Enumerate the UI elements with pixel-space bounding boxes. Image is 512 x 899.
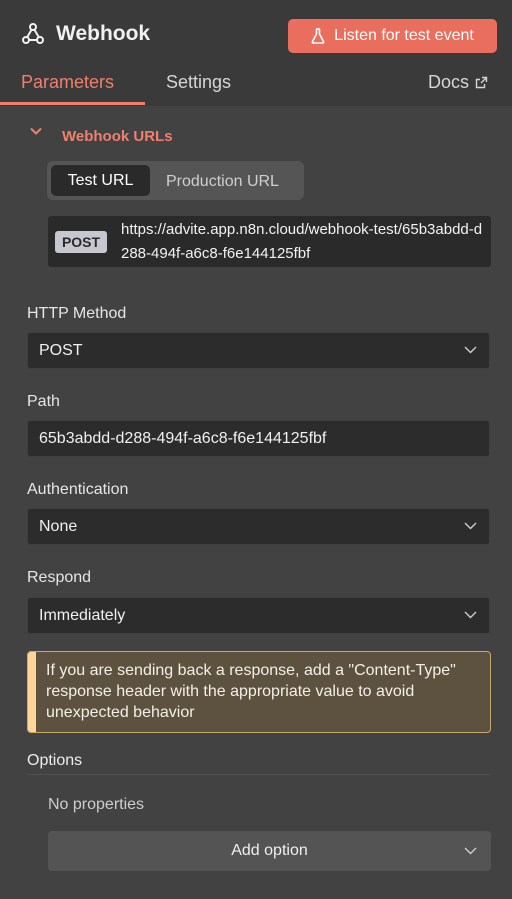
respond-value: Immediately	[39, 606, 126, 624]
docs-label: Docs	[428, 72, 470, 92]
chevron-down-icon	[464, 847, 477, 855]
http-method-select[interactable]: POST	[27, 332, 490, 369]
method-badge: POST	[55, 231, 107, 253]
production-url-toggle[interactable]: Production URL	[166, 173, 279, 191]
respond-select[interactable]: Immediately	[27, 597, 490, 634]
listen-button-label: Listen for test event	[334, 27, 474, 44]
webhook-urls-section-title[interactable]: Webhook URLs	[62, 128, 173, 145]
active-tab-indicator	[0, 102, 145, 105]
http-method-label: HTTP Method	[27, 305, 127, 322]
notice-text: If you are sending back a response, add …	[46, 662, 456, 721]
chevron-down-icon[interactable]	[29, 124, 43, 138]
content-type-notice: If you are sending back a response, add …	[27, 651, 491, 733]
authentication-label: Authentication	[27, 481, 129, 498]
options-divider	[27, 774, 491, 775]
flask-icon	[311, 28, 325, 44]
path-input[interactable]: 65b3abdd-d288-494f-a6c8-f6e144125fbf	[27, 420, 490, 457]
notice-accent-bar	[28, 652, 36, 732]
tab-docs[interactable]: Docs	[428, 72, 488, 93]
authentication-value: None	[39, 517, 78, 535]
add-option-label: Add option	[231, 842, 308, 859]
path-value: 65b3abdd-d288-494f-a6c8-f6e144125fbf	[39, 429, 327, 447]
test-url-toggle[interactable]: Test URL	[51, 165, 150, 196]
chevron-down-icon	[464, 611, 477, 619]
respond-label: Respond	[27, 569, 92, 586]
webhook-icon	[22, 23, 44, 44]
tab-parameters[interactable]: Parameters	[21, 72, 114, 93]
webhook-url-text[interactable]: https://advite.app.n8n.cloud/webhook-tes…	[121, 218, 489, 266]
node-title: Webhook	[56, 22, 151, 45]
chevron-down-icon	[464, 522, 477, 530]
no-properties-text: No properties	[48, 796, 145, 813]
path-label: Path	[27, 393, 60, 410]
options-label: Options	[27, 752, 83, 769]
tab-settings[interactable]: Settings	[166, 72, 231, 93]
listen-for-test-event-button[interactable]: Listen for test event	[288, 19, 497, 53]
http-method-value: POST	[39, 341, 83, 359]
add-option-button[interactable]: Add option	[48, 831, 491, 871]
authentication-select[interactable]: None	[27, 508, 490, 545]
chevron-down-icon	[464, 346, 477, 354]
external-link-icon	[475, 76, 488, 89]
